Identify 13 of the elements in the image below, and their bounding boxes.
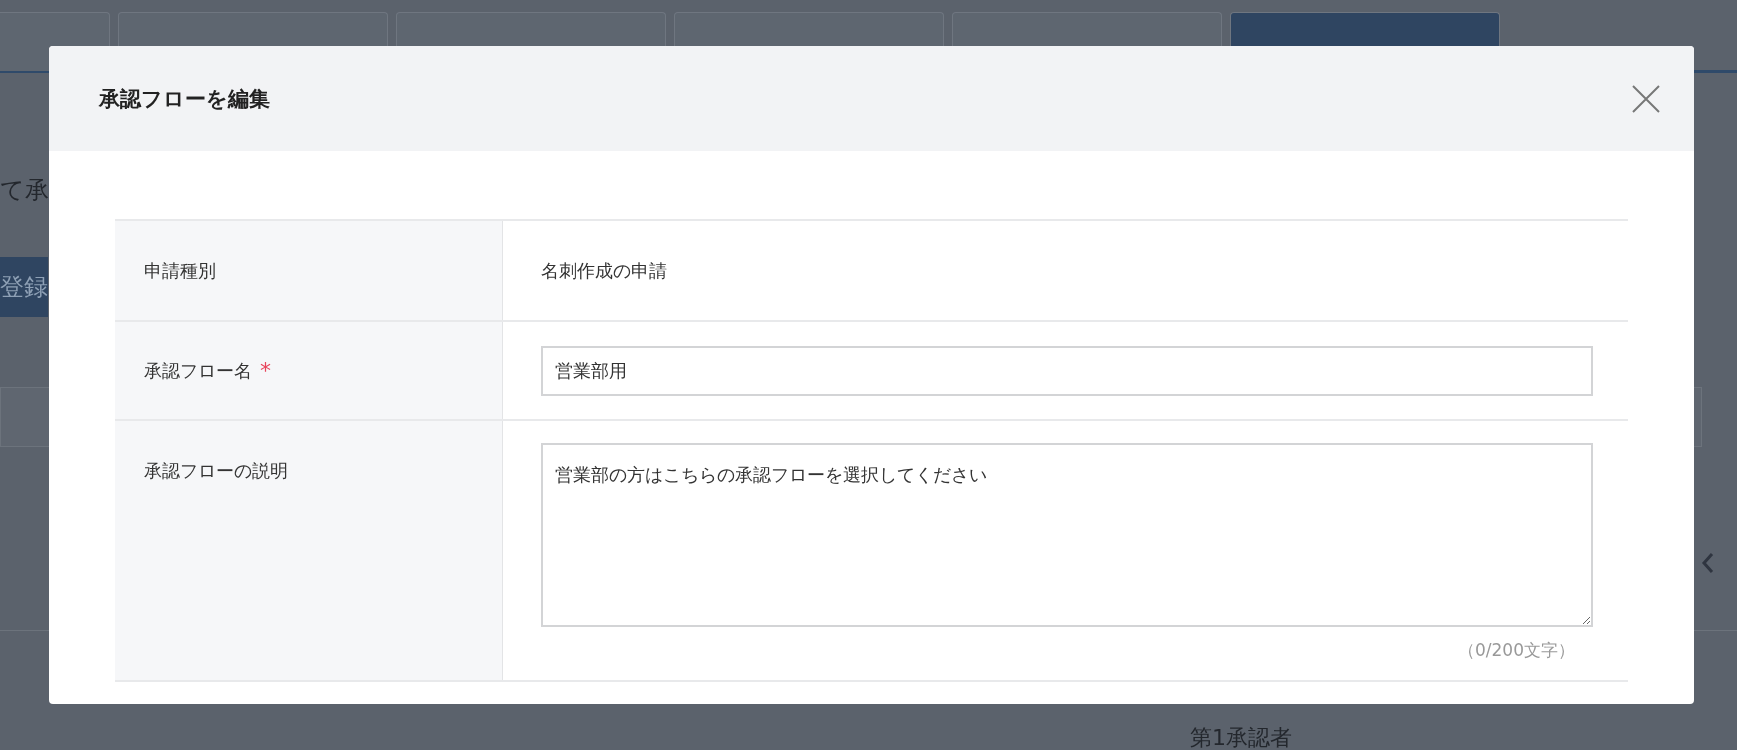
required-mark: * [260,358,271,383]
page-heading: て承 [0,175,50,205]
textarea-field[interactable]: 営業部の方はこちらの承認フローを選択してください [541,443,1593,627]
close-icon[interactable] [1631,83,1661,114]
input-field[interactable]: 営業部用 [541,345,1593,396]
field-label: 承認フロー名 [144,358,252,383]
modal-title: 承認フローを編集 [99,85,270,113]
character-counter: （0/200文字） [1457,639,1575,662]
field-value: 名刺作成の申請 [541,258,668,283]
register-button[interactable]: 登録 [0,257,48,317]
field-label: 承認フローの説明 [144,459,288,483]
field-label: 申請種別 [144,258,216,283]
column-header: 第1承認者 [1190,724,1292,750]
